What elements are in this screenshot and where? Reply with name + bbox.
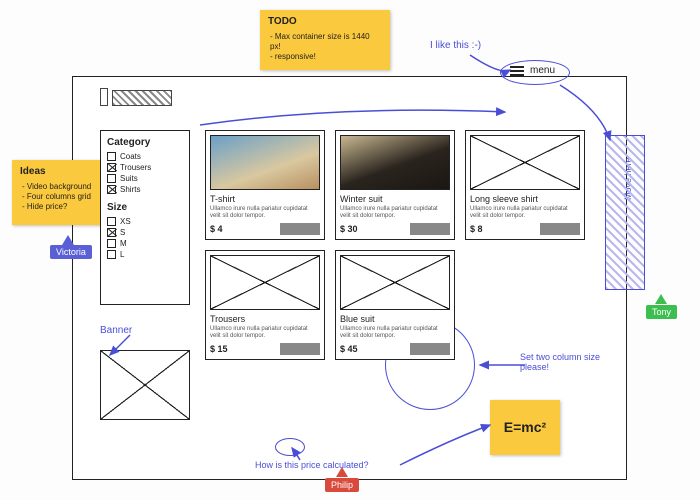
product-price: $ 15	[210, 344, 228, 354]
sticky-item: responsive!	[270, 52, 382, 62]
sticky-item: Max container size is 1440 px!	[270, 32, 382, 52]
filter-heading-category: Category	[107, 137, 183, 148]
product-desc: Ullamco irure nulla pariatur cupidatat v…	[340, 326, 450, 339]
checkbox-icon[interactable]	[107, 228, 116, 237]
sticky-note-formula[interactable]: E=mc²	[490, 400, 560, 455]
category-option[interactable]: Coats	[107, 152, 183, 161]
user-tag-victoria[interactable]: Victoria	[50, 245, 92, 259]
product-desc: Ullamco irure nulla pariatur cupidatat v…	[210, 326, 320, 339]
product-card[interactable]: T-shirt Ullamco irure nulla pariatur cupi…	[205, 130, 325, 240]
sticky-item: Hide price?	[22, 202, 99, 212]
sticky-list: Max container size is 1440 px! responsiv…	[268, 32, 382, 62]
option-label: M	[120, 239, 127, 248]
option-label: Shirts	[120, 185, 140, 194]
size-option[interactable]: L	[107, 250, 183, 259]
checkbox-icon[interactable]	[107, 217, 116, 226]
product-price: $ 4	[210, 224, 223, 234]
product-card[interactable]: Winter suit Ullamco irure nulla pariatur …	[335, 130, 455, 240]
product-price: $ 45	[340, 344, 358, 354]
product-price: $ 30	[340, 224, 358, 234]
sticky-item: Four columns grid	[22, 192, 99, 202]
checkbox-icon[interactable]	[107, 174, 116, 183]
buy-button-placeholder[interactable]	[410, 223, 450, 235]
checkbox-icon[interactable]	[107, 152, 116, 161]
option-label: Suits	[120, 174, 138, 183]
menu-label: menu	[530, 65, 555, 76]
header-placeholder	[100, 88, 172, 109]
product-card[interactable]: Long sleeve shirt Ullamco irure nulla par…	[465, 130, 585, 240]
sticky-note-ideas[interactable]: Ideas Video background Four columns grid…	[12, 160, 107, 225]
product-card[interactable]: Trousers Ullamco irure nulla pariatur cup…	[205, 250, 325, 360]
user-tag-tony[interactable]: Tony	[646, 305, 677, 319]
product-desc: Ullamco irure nulla pariatur cupidatat v…	[470, 206, 580, 219]
product-desc: Ullamco irure nulla pariatur cupidatat v…	[210, 206, 320, 219]
checkbox-icon[interactable]	[107, 250, 116, 259]
category-option[interactable]: Trousers	[107, 163, 183, 172]
product-grid: T-shirt Ullamco irure nulla pariatur cupi…	[205, 130, 585, 360]
option-label: Trousers	[120, 163, 151, 172]
buy-button-placeholder[interactable]	[280, 223, 320, 235]
product-name: Blue suit	[340, 314, 450, 324]
move-target-panel[interactable]	[605, 135, 645, 290]
annotation-like[interactable]: I like this :-)	[430, 40, 481, 51]
sticky-title: TODO	[268, 16, 382, 29]
size-option[interactable]: M	[107, 239, 183, 248]
product-card[interactable]: Blue suit Ullamco irure nulla pariatur cu…	[335, 250, 455, 360]
product-name: Long sleeve shirt	[470, 194, 580, 204]
size-option[interactable]: XS	[107, 217, 183, 226]
option-label: Coats	[120, 152, 141, 161]
hamburger-icon	[510, 66, 524, 76]
sticky-item: Video background	[22, 182, 99, 192]
product-price: $ 8	[470, 224, 483, 234]
category-option[interactable]: Suits	[107, 174, 183, 183]
ink-circle-price	[275, 438, 305, 456]
checkbox-icon[interactable]	[107, 163, 116, 172]
product-name: T-shirt	[210, 194, 320, 204]
formula-text: E=mc²	[504, 419, 546, 437]
cursor-tony	[655, 294, 667, 304]
checkbox-icon[interactable]	[107, 185, 116, 194]
annotation-banner[interactable]: Banner	[100, 325, 132, 336]
buy-button-placeholder[interactable]	[280, 343, 320, 355]
product-name: Trousers	[210, 314, 320, 324]
product-thumb	[210, 135, 320, 190]
option-label: L	[120, 250, 124, 259]
sticky-title: Ideas	[20, 166, 99, 179]
checkbox-icon[interactable]	[107, 239, 116, 248]
category-option[interactable]: Shirts	[107, 185, 183, 194]
product-thumb	[340, 255, 450, 310]
sticky-note-todo[interactable]: TODO Max container size is 1440 px! resp…	[260, 10, 390, 70]
product-name: Winter suit	[340, 194, 450, 204]
product-thumb	[210, 255, 320, 310]
filter-panel[interactable]: Category Coats Trousers Suits Shirts Size X…	[100, 130, 190, 305]
sticky-list: Video background Four columns grid Hide …	[20, 182, 99, 212]
menu-chip[interactable]: menu	[510, 65, 555, 76]
option-label: XS	[120, 217, 131, 226]
size-option[interactable]: S	[107, 228, 183, 237]
buy-button-placeholder[interactable]	[410, 343, 450, 355]
product-desc: Ullamco irure nulla pariatur cupidatat v…	[340, 206, 450, 219]
banner-placeholder[interactable]	[100, 350, 190, 420]
annotation-price[interactable]: How is this price calculated?	[255, 460, 369, 470]
option-label: S	[120, 228, 125, 237]
buy-button-placeholder[interactable]	[540, 223, 580, 235]
product-thumb	[470, 135, 580, 190]
cursor-victoria	[62, 235, 74, 245]
user-tag-philip[interactable]: Philip	[325, 478, 359, 492]
filter-heading-size: Size	[107, 202, 183, 213]
product-thumb	[340, 135, 450, 190]
